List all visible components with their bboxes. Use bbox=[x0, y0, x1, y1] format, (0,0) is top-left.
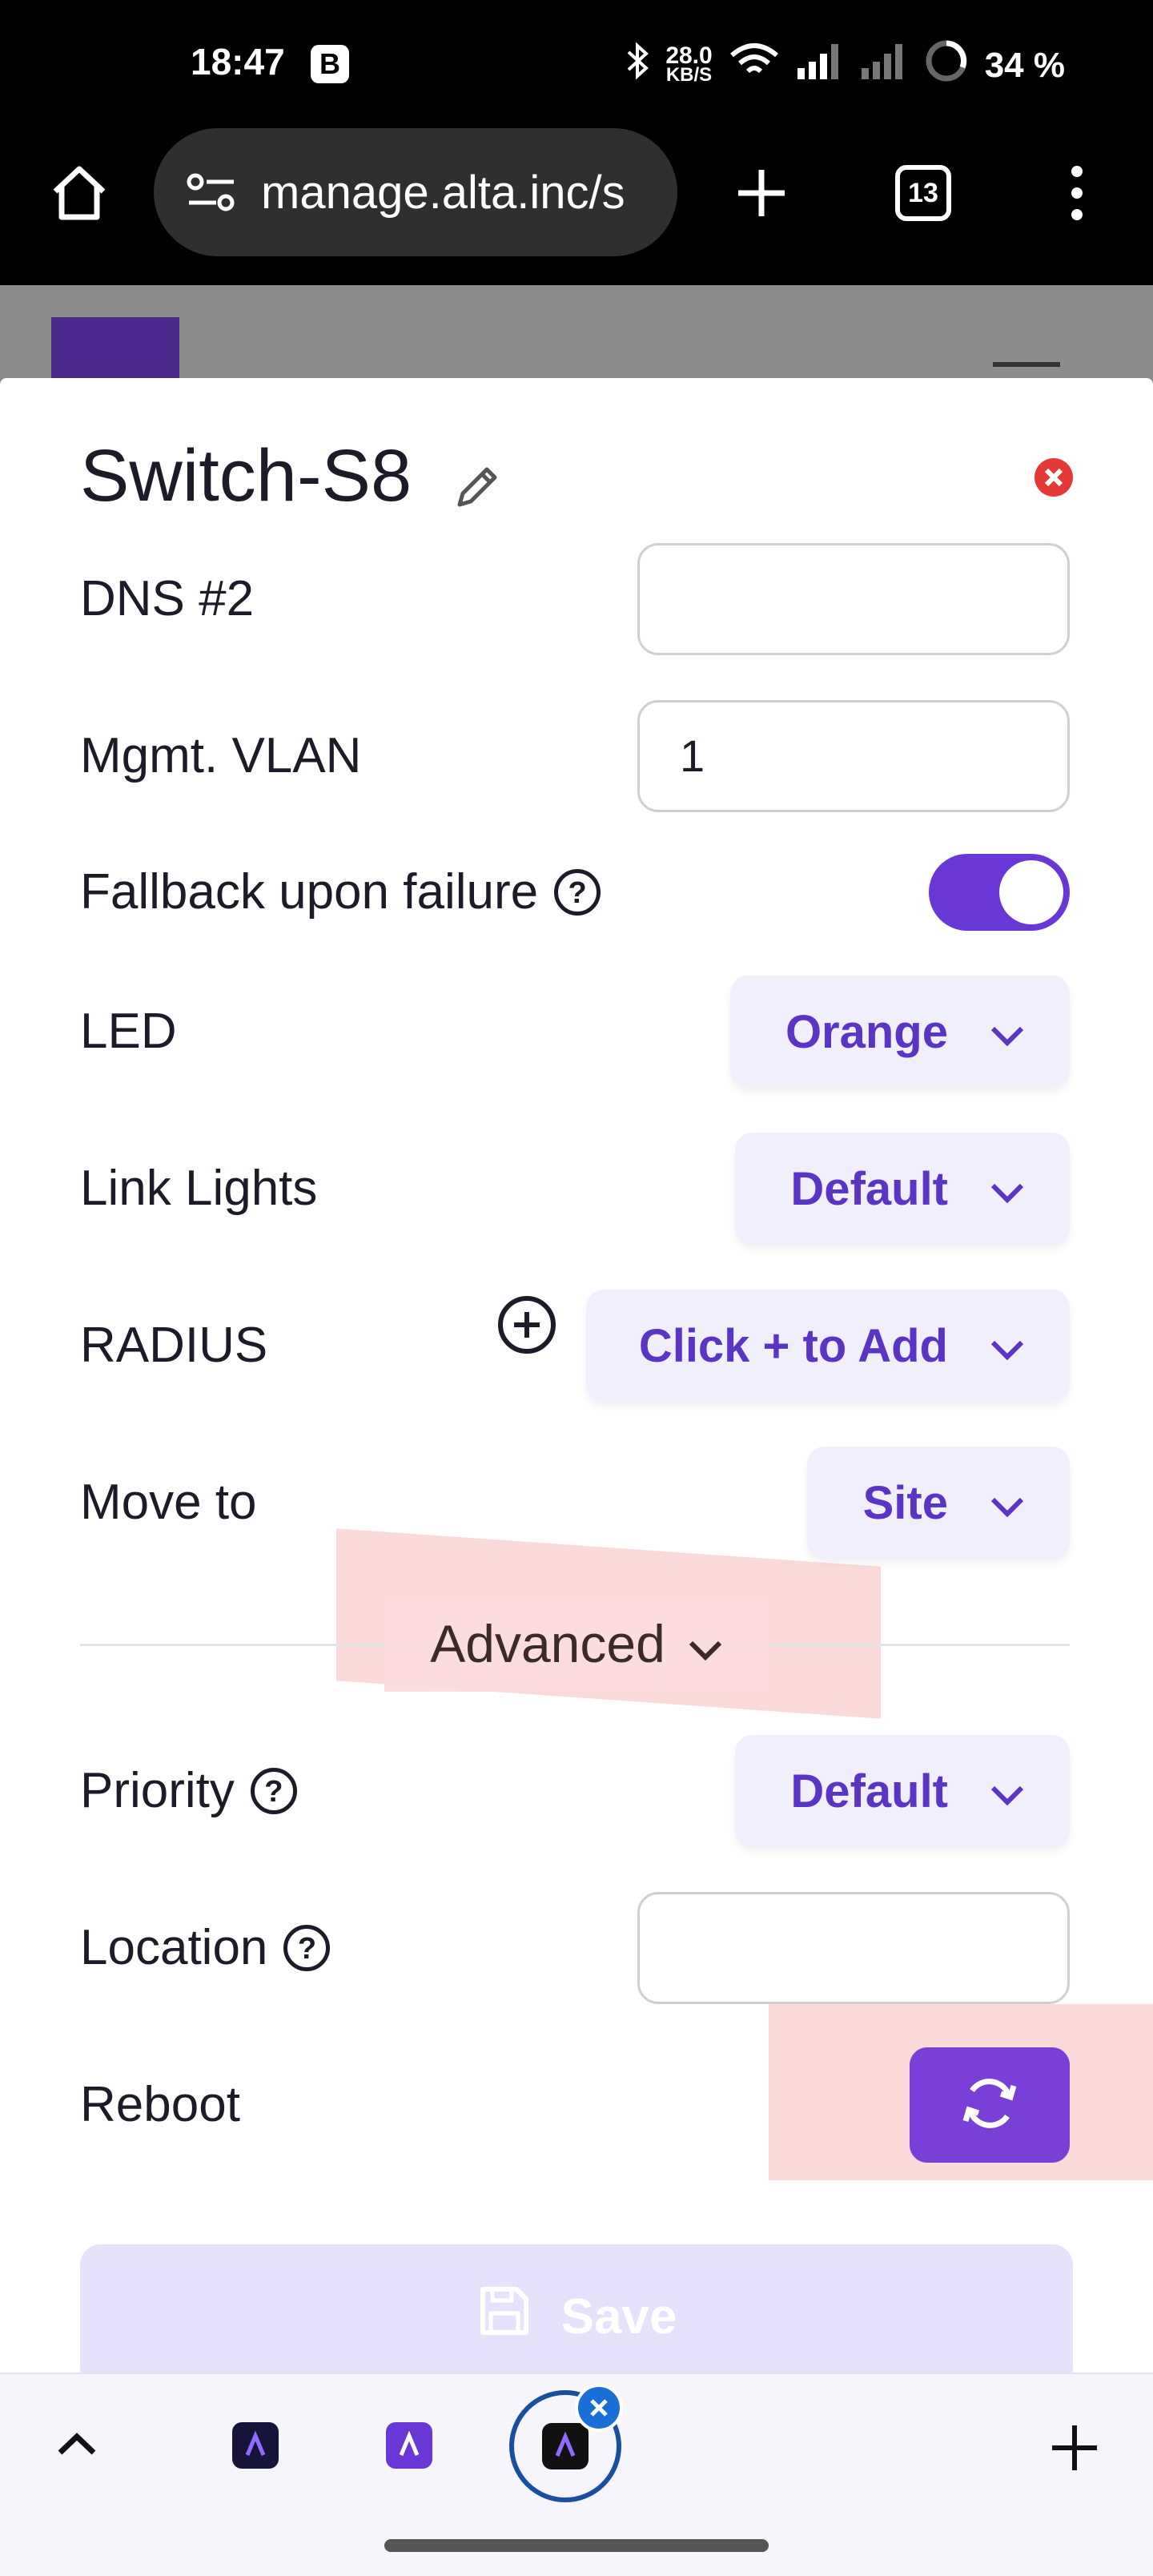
reboot-label-text: Reboot bbox=[80, 2077, 240, 2132]
tab-count: 13 bbox=[895, 165, 951, 221]
save-button[interactable]: Save bbox=[80, 2244, 1073, 2389]
priority-dropdown[interactable]: Default bbox=[735, 1735, 1070, 1847]
radius-value: Click + to Add bbox=[638, 1319, 948, 1372]
network-speed-unit: KB/S bbox=[665, 63, 713, 86]
move-to-label: Move to bbox=[80, 1474, 257, 1531]
radius-label: RADIUS bbox=[80, 1317, 267, 1374]
page-title: Switch-S8 bbox=[80, 435, 412, 517]
move-to-value: Site bbox=[862, 1476, 948, 1529]
bluetooth-icon bbox=[625, 41, 649, 90]
status-indicators: 28.0 KB/S 34 % bbox=[625, 38, 1065, 92]
home-icon[interactable] bbox=[43, 157, 115, 229]
tab-favicon-icon bbox=[542, 2423, 589, 2469]
chevron-up-icon[interactable] bbox=[48, 2416, 106, 2473]
new-tab-icon[interactable] bbox=[725, 157, 797, 229]
led-label: LED bbox=[80, 1003, 177, 1060]
battery-icon bbox=[924, 38, 969, 92]
fallback-toggle[interactable] bbox=[929, 854, 1070, 931]
chevron-down-icon bbox=[990, 1765, 1025, 1818]
priority-label: Priority ? bbox=[80, 1762, 297, 1819]
vlan-label-text: Mgmt. VLAN bbox=[80, 728, 362, 783]
radius-dropdown[interactable]: Click + to Add bbox=[586, 1290, 1070, 1402]
fallback-label-text: Fallback upon failure bbox=[80, 864, 539, 920]
network-speed: 28.0 KB/S bbox=[665, 42, 713, 86]
led-label-text: LED bbox=[80, 1004, 177, 1059]
network-speed-value: 28.0 bbox=[665, 42, 713, 69]
location-input[interactable] bbox=[637, 1892, 1070, 2004]
link-lights-label-text: Link Lights bbox=[80, 1161, 318, 1216]
notification-badge-icon: B bbox=[311, 45, 349, 83]
help-icon[interactable]: ? bbox=[250, 1767, 297, 1814]
gesture-bar bbox=[0, 2526, 1153, 2576]
dns2-label-text: DNS #2 bbox=[80, 571, 255, 626]
advanced-toggle[interactable]: Advanced bbox=[384, 1596, 769, 1692]
tab-favicon-icon[interactable] bbox=[386, 2422, 432, 2469]
home-indicator[interactable] bbox=[384, 2539, 769, 2552]
tab-strip bbox=[0, 2373, 1153, 2526]
refresh-icon bbox=[958, 2071, 1022, 2139]
priority-value: Default bbox=[790, 1765, 948, 1817]
help-icon[interactable]: ? bbox=[283, 1924, 331, 1971]
led-value: Orange bbox=[785, 1005, 948, 1058]
site-settings-icon[interactable] bbox=[186, 172, 237, 212]
tab-switcher-button[interactable]: 13 bbox=[887, 157, 959, 229]
url-bar[interactable]: manage.alta.inc/s bbox=[154, 128, 677, 256]
location-label-text: Location bbox=[80, 1920, 268, 1975]
link-lights-label: Link Lights bbox=[80, 1160, 317, 1217]
signal-2-icon bbox=[860, 41, 908, 90]
battery-percent: 34 % bbox=[984, 45, 1065, 85]
radius-label-text: RADIUS bbox=[80, 1318, 268, 1373]
status-bar: 18:47 B 28.0 KB/S 34 % bbox=[0, 0, 1153, 136]
priority-label-text: Priority bbox=[80, 1763, 235, 1818]
help-icon[interactable]: ? bbox=[554, 868, 601, 916]
device-settings-modal: Switch-S8 DNS #2 Mgmt. VLAN 1 Fallback u… bbox=[0, 378, 1153, 2389]
vlan-label: Mgmt. VLAN bbox=[80, 727, 361, 784]
add-tab-icon[interactable] bbox=[1043, 2416, 1107, 2480]
led-dropdown[interactable]: Orange bbox=[730, 976, 1070, 1088]
status-time: 18:47 bbox=[191, 41, 285, 83]
dns2-input[interactable] bbox=[637, 543, 1070, 655]
save-label: Save bbox=[560, 2288, 677, 2345]
more-menu-icon[interactable] bbox=[1041, 157, 1113, 229]
reboot-label: Reboot bbox=[80, 2076, 240, 2133]
toggle-knob bbox=[999, 860, 1063, 924]
location-label: Location ? bbox=[80, 1919, 331, 1976]
url-text: manage.alta.inc/s bbox=[261, 166, 625, 219]
chevron-down-icon bbox=[688, 1613, 723, 1674]
chevron-down-icon bbox=[990, 1162, 1025, 1216]
link-lights-value: Default bbox=[790, 1162, 948, 1215]
add-radius-icon[interactable] bbox=[493, 1291, 560, 1358]
advanced-label: Advanced bbox=[430, 1614, 665, 1673]
hamburger-menu-icon bbox=[993, 362, 1060, 367]
save-disk-icon bbox=[476, 2283, 532, 2351]
move-to-dropdown[interactable]: Site bbox=[807, 1447, 1070, 1559]
chevron-down-icon bbox=[990, 1476, 1025, 1530]
wifi-icon bbox=[729, 41, 780, 90]
signal-icon bbox=[796, 41, 844, 90]
vlan-input[interactable]: 1 bbox=[637, 700, 1070, 812]
edit-pencil-icon[interactable] bbox=[445, 455, 509, 519]
reboot-button[interactable] bbox=[910, 2047, 1070, 2163]
close-icon[interactable] bbox=[1028, 452, 1079, 503]
chevron-down-icon bbox=[990, 1005, 1025, 1059]
link-lights-dropdown[interactable]: Default bbox=[735, 1133, 1070, 1245]
chevron-down-icon bbox=[990, 1319, 1025, 1373]
move-to-label-text: Move to bbox=[80, 1475, 257, 1530]
tab-favicon-icon[interactable] bbox=[232, 2422, 279, 2469]
fallback-label: Fallback upon failure ? bbox=[80, 863, 601, 920]
close-tab-icon[interactable] bbox=[575, 2384, 623, 2432]
dns2-label: DNS #2 bbox=[80, 570, 254, 627]
